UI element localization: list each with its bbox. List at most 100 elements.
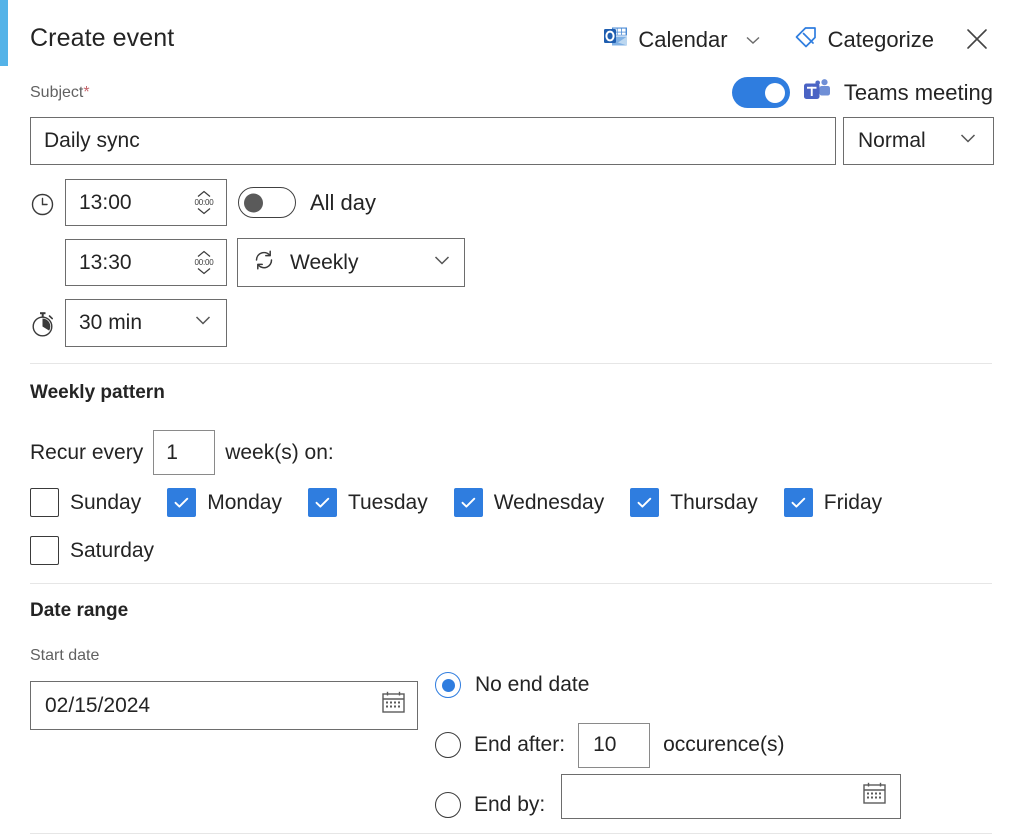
divider [30, 833, 992, 834]
chevron-down-icon [192, 309, 214, 337]
chevron-down-icon [431, 249, 453, 277]
categorize-button-label: Categorize [827, 27, 934, 52]
checkbox-box [30, 536, 59, 565]
occurrences-value: 10 [593, 733, 617, 756]
divider [30, 363, 992, 364]
priority-select[interactable]: Normal [843, 117, 994, 165]
radio-no-end-date[interactable] [435, 672, 461, 698]
day-checkbox-saturday[interactable]: Saturday [30, 536, 154, 565]
header-actions: Calendar Categorize [595, 20, 994, 60]
checkbox-box [783, 488, 813, 517]
spinner-hint: 00:00 [194, 258, 214, 267]
required-asterisk: * [83, 84, 90, 101]
weekday-checkbox-row-1: Sunday Monday Tuesday Wednesday Thursday [30, 488, 908, 517]
day-label: Saturday [70, 538, 155, 562]
calendar-picker-icon[interactable] [380, 689, 407, 722]
start-time-input[interactable]: 13:00 00:00 [65, 179, 227, 226]
checkbox-box [453, 488, 483, 517]
day-label: Thursday [670, 490, 758, 514]
start-date-value: 02/15/2024 [45, 693, 151, 717]
recur-every-row: Recur every 1 week(s) on: [30, 430, 334, 475]
subject-label: Subject* [30, 84, 90, 102]
calendar-picker-icon[interactable] [861, 780, 888, 813]
day-label: Sunday [70, 490, 142, 514]
checkbox-box [307, 488, 337, 517]
duration-select[interactable]: 30 min [65, 299, 227, 347]
toggle-knob [764, 82, 785, 103]
recurrence-icon [251, 247, 277, 279]
priority-select-value: Normal [858, 129, 926, 152]
day-label: Friday [823, 490, 883, 514]
recur-every-label: Recur every [30, 440, 144, 464]
all-day-toggle[interactable] [238, 187, 296, 218]
duration-value: 30 min [79, 311, 143, 334]
teams-meeting-row: Teams meeting [731, 77, 993, 108]
subject-input[interactable]: Daily sync [30, 117, 836, 165]
close-icon [964, 26, 990, 55]
start-date-label: Start date [30, 647, 100, 664]
teams-meeting-toggle[interactable] [731, 77, 790, 108]
dialog-header: Create event Calendar Categorize [30, 20, 994, 64]
day-label: Monday [207, 490, 282, 514]
end-time-input[interactable]: 13:30 00:00 [65, 239, 227, 286]
all-day-row: All day [238, 187, 376, 218]
weeks-on-label: week(s) on: [225, 440, 334, 464]
occurrences-label: occurence(s) [663, 733, 785, 756]
day-label: Tuesday [347, 490, 428, 514]
clock-icon [30, 192, 55, 222]
check-icon [315, 497, 330, 508]
radio-label-end-after: End after: [474, 733, 566, 756]
start-date-input[interactable]: 02/15/2024 [30, 681, 418, 730]
checkbox-box [30, 488, 59, 517]
check-icon [174, 497, 189, 508]
occurrences-input[interactable]: 10 [578, 722, 651, 768]
chevron-down-icon [957, 127, 979, 155]
end-time-spinner[interactable]: 00:00 [192, 247, 216, 279]
timer-icon [29, 310, 56, 343]
day-checkbox-tuesday[interactable]: Tuesday [307, 488, 428, 517]
subject-label-text: Subject [30, 84, 84, 101]
radio-row-no-end-date[interactable]: No end date [435, 655, 784, 715]
weekly-pattern-heading: Weekly pattern [30, 382, 165, 403]
date-range-heading: Date range [30, 600, 129, 621]
outlook-calendar-icon [603, 25, 629, 55]
create-event-dialog: Create event Calendar Categorize Subject… [0, 0, 1024, 839]
recur-interval-value: 1 [166, 440, 178, 464]
divider [30, 583, 992, 584]
tag-icon [793, 24, 819, 56]
end-time-value: 13:30 [79, 250, 132, 274]
chevron-down-icon [743, 30, 763, 50]
day-checkbox-friday[interactable]: Friday [783, 488, 883, 517]
calendar-button[interactable]: Calendar [595, 21, 770, 59]
radio-end-after[interactable] [435, 732, 461, 758]
day-checkbox-wednesday[interactable]: Wednesday [453, 488, 605, 517]
teams-icon [802, 77, 832, 108]
checkbox-box [630, 488, 660, 517]
calendar-button-label: Calendar [638, 27, 728, 52]
day-label: Wednesday [493, 490, 605, 514]
toggle-knob [244, 193, 263, 212]
day-checkbox-sunday[interactable]: Sunday [30, 488, 141, 517]
radio-end-by[interactable] [435, 792, 461, 818]
all-day-label: All day [310, 189, 377, 215]
radio-label-no-end-date: No end date [475, 673, 590, 696]
start-time-spinner[interactable]: 00:00 [192, 187, 216, 219]
check-icon [461, 497, 475, 508]
recurrence-value: Weekly [290, 250, 359, 274]
check-icon [637, 497, 652, 508]
start-time-value: 13:00 [79, 190, 132, 214]
day-checkbox-thursday[interactable]: Thursday [630, 488, 758, 517]
checkbox-box [167, 488, 197, 517]
day-checkbox-monday[interactable]: Monday [167, 488, 282, 517]
page-title: Create event [30, 24, 175, 52]
radio-row-end-after[interactable]: End after: 10 occurence(s) [435, 715, 784, 775]
categorize-button[interactable]: Categorize [785, 20, 942, 60]
teams-meeting-label: Teams meeting [843, 79, 993, 105]
subject-input-value: Daily sync [44, 129, 140, 152]
close-button[interactable] [960, 23, 994, 57]
recurrence-select[interactable]: Weekly [237, 238, 465, 287]
end-by-date-input[interactable] [561, 774, 901, 819]
weekday-checkbox-row-2: Saturday [30, 536, 180, 565]
recur-interval-input[interactable]: 1 [153, 430, 216, 475]
check-icon [791, 497, 806, 508]
